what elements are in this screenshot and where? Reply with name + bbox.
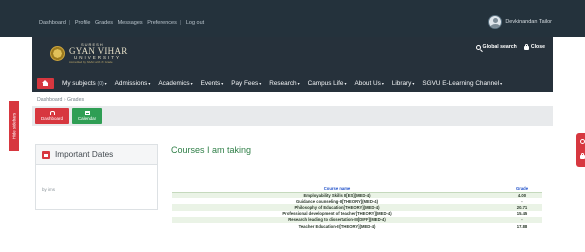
logo-text: SURESH GYAN VIHAR UNIVERSITY Accredited … bbox=[69, 43, 128, 63]
search-icon bbox=[475, 44, 481, 50]
chevron-down-icon: ▾ bbox=[344, 81, 347, 86]
nav-library[interactable]: Library▾ bbox=[392, 80, 415, 87]
nav-my-subjects[interactable]: My subjects (0)▾ bbox=[62, 80, 107, 87]
main-nav: My subjects (0)▾ Admissions▾ Academics▾ … bbox=[32, 75, 553, 92]
global-search-label: Global search bbox=[482, 44, 517, 50]
nav-research[interactable]: Research▾ bbox=[269, 80, 299, 87]
top-separator: | bbox=[179, 20, 182, 26]
top-link-preferences[interactable]: Preferences bbox=[147, 20, 177, 26]
top-link-dashboard[interactable]: Dashboard bbox=[39, 20, 66, 26]
calendar-icon bbox=[84, 111, 90, 115]
nav-elearning[interactable]: SGVU E-Learning Channel▾ bbox=[422, 80, 502, 87]
breadcrumb-dashboard[interactable]: Dashboard bbox=[37, 97, 62, 103]
nav-about-us[interactable]: About Us▾ bbox=[355, 80, 384, 87]
nav-label: Events bbox=[200, 80, 221, 87]
chevron-down-icon: ▾ bbox=[221, 81, 224, 86]
page-title: Courses I am taking bbox=[171, 145, 252, 155]
chevron-down-icon: ▾ bbox=[381, 81, 384, 86]
global-search-button[interactable]: Global search bbox=[475, 44, 517, 50]
column-header-course-name[interactable]: Course name bbox=[172, 185, 502, 193]
logo-line-4: Accredited by NAAC with 'A' Grade bbox=[69, 59, 113, 64]
nav-academics[interactable]: Academics▾ bbox=[158, 80, 192, 87]
nav-pay-fees[interactable]: Pay Fees▾ bbox=[231, 80, 261, 87]
top-bar: Dashboard | Profile Grades Messages Prefe… bbox=[0, 0, 585, 37]
calendar-icon bbox=[42, 150, 50, 159]
user-menu[interactable]: Devkinandan Tailor bbox=[488, 15, 552, 29]
secondary-toolbar: Dashboard Calendar bbox=[32, 106, 553, 126]
brand-bar: SURESH GYAN VIHAR UNIVERSITY Accredited … bbox=[32, 37, 553, 75]
user-name[interactable]: Devkinandan Tailor bbox=[505, 19, 552, 25]
lock-icon bbox=[523, 43, 529, 50]
nav-admissions[interactable]: Admissions▾ bbox=[115, 80, 151, 87]
chevron-down-icon: ▾ bbox=[104, 81, 107, 86]
top-link-grades[interactable]: Grades bbox=[95, 20, 113, 26]
nav-label: Academics bbox=[158, 80, 190, 87]
table-header-row: Course name Grade bbox=[172, 185, 542, 193]
top-links: Dashboard | Profile Grades Messages Prefe… bbox=[39, 20, 207, 26]
top-separator: | bbox=[68, 20, 71, 26]
hide-sidebars-label: Hide sidebars bbox=[11, 112, 17, 140]
seal-icon bbox=[50, 45, 65, 61]
nav-label: Library bbox=[391, 80, 412, 87]
course-name-cell[interactable]: Teacher Education-II[THEORY](MED-4) bbox=[172, 222, 502, 230]
calendar-button[interactable]: Calendar bbox=[72, 108, 102, 124]
chevron-down-icon: ▾ bbox=[500, 81, 503, 86]
chevron-down-icon: ▾ bbox=[412, 81, 415, 86]
dashboard-label: Dashboard bbox=[40, 116, 63, 121]
top-link-profile[interactable]: Profile bbox=[75, 20, 91, 26]
important-dates-title: Important Dates bbox=[55, 150, 114, 159]
nav-events[interactable]: Events▾ bbox=[201, 80, 224, 87]
column-header-grade[interactable]: Grade bbox=[502, 185, 542, 193]
nav-my-subjects-badge: (0) bbox=[97, 81, 104, 87]
nav-label: Admissions bbox=[114, 80, 148, 87]
pin-icon[interactable] bbox=[580, 139, 585, 144]
grade-cell: 17.88 bbox=[502, 222, 542, 230]
top-link-messages[interactable]: Messages bbox=[118, 20, 143, 26]
lock-icon[interactable] bbox=[580, 152, 585, 159]
chevron-down-icon: ▾ bbox=[148, 81, 151, 86]
floating-side-panel[interactable] bbox=[576, 133, 585, 167]
breadcrumb-separator: › bbox=[63, 97, 66, 103]
important-dates-block: Important Dates by ims bbox=[35, 144, 158, 210]
brand-actions: Global search Close bbox=[475, 43, 545, 50]
nav-label: SGVU E-Learning Channel bbox=[422, 80, 500, 87]
breadcrumb-grades: Grades bbox=[67, 97, 85, 103]
chevron-down-icon: ▾ bbox=[297, 81, 300, 86]
dashboard-button[interactable]: Dashboard bbox=[35, 108, 69, 124]
avatar[interactable] bbox=[488, 15, 503, 29]
top-link-logout[interactable]: Log out bbox=[186, 20, 204, 26]
university-logo[interactable]: SURESH GYAN VIHAR UNIVERSITY Accredited … bbox=[50, 43, 128, 63]
dashboard-icon bbox=[49, 111, 55, 115]
home-button[interactable] bbox=[37, 78, 54, 89]
nav-campus-life[interactable]: Campus Life▾ bbox=[308, 80, 347, 87]
close-button[interactable]: Close bbox=[523, 43, 545, 50]
chevron-down-icon: ▾ bbox=[259, 81, 262, 86]
hide-sidebars-tab[interactable]: Hide sidebars bbox=[9, 101, 19, 151]
calendar-label: Calendar bbox=[77, 116, 97, 121]
courses-table: Course name Grade Employability Skills I… bbox=[172, 185, 542, 230]
close-label: Close bbox=[530, 44, 545, 50]
nav-label: Campus Life bbox=[307, 80, 344, 87]
nav-my-subjects-label: My subjects bbox=[62, 80, 96, 87]
nav-label: About Us bbox=[354, 80, 381, 87]
breadcrumb: Dashboard › Grades bbox=[37, 97, 84, 103]
chevron-down-icon: ▾ bbox=[190, 81, 193, 86]
table-row: Teacher Education-II[THEORY](MED-4) 17.8… bbox=[172, 222, 542, 230]
important-dates-body: by ims bbox=[42, 187, 56, 192]
nav-label: Research bbox=[269, 80, 297, 87]
important-dates-header: Important Dates bbox=[36, 145, 157, 165]
nav-label: Pay Fees bbox=[231, 80, 259, 87]
